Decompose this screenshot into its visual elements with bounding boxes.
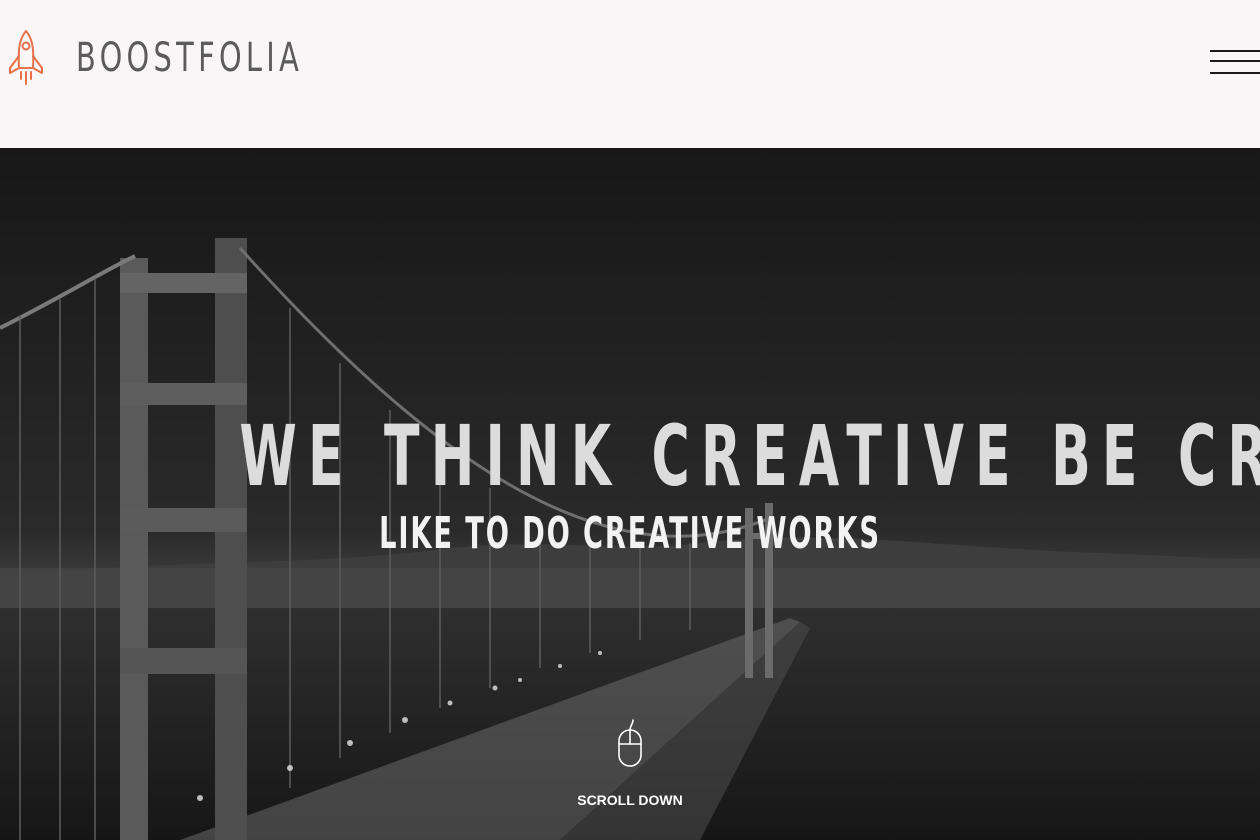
menu-line [1210,60,1260,62]
mouse-icon [618,719,642,767]
site-header: BOOSTFOLIA [0,0,1260,148]
menu-line [1210,72,1260,74]
rocket-icon [9,30,43,85]
menu-line [1210,50,1260,52]
scroll-down-button[interactable]: SCROLL DOWN [560,718,700,818]
logo-text: BOOSTFOLIA [76,35,304,81]
hero-title: WE THINK CREATIVE BE CREATIVE [239,407,1260,505]
logo-link[interactable]: BOOSTFOLIA [6,28,391,88]
hero-subtitle: LIKE TO DO CREATIVE WORKS [379,508,881,559]
scroll-down-label: SCROLL DOWN [577,792,683,808]
hero-section: WE THINK CREATIVE BE CREATIVE LIKE TO DO… [0,148,1260,840]
hamburger-menu-icon[interactable] [1208,48,1260,78]
